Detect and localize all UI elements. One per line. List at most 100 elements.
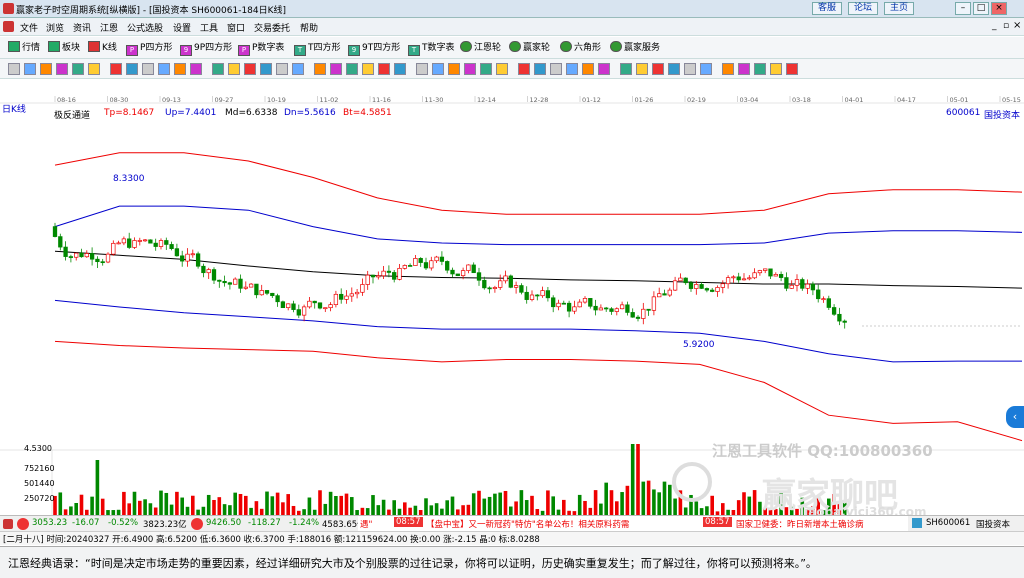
draw-tool-icon[interactable] — [292, 63, 304, 75]
candle-body — [376, 275, 381, 278]
news-item-1[interactable]: 【盘中宝】又一新冠药"特仿"名单公布！相关原料药需 — [426, 518, 629, 530]
draw-tool-icon[interactable] — [276, 63, 288, 75]
draw-tool-icon[interactable] — [314, 63, 326, 75]
draw-tool-icon[interactable] — [448, 63, 460, 75]
draw-tool-icon[interactable] — [416, 63, 428, 75]
draw-tool-icon[interactable] — [534, 63, 546, 75]
draw-tool-icon[interactable] — [722, 63, 734, 75]
draw-tool-icon[interactable] — [550, 63, 562, 75]
draw-tool-icon[interactable] — [158, 63, 170, 75]
blocks-icon — [48, 41, 60, 52]
toolbar-p-square[interactable]: P P四方形 — [126, 41, 172, 56]
draw-tool-icon[interactable] — [110, 63, 122, 75]
draw-tool-icon[interactable] — [88, 63, 100, 75]
homepage-button[interactable]: 主页 — [884, 2, 914, 15]
toolbar-9p-square[interactable]: 9 9P四方形 — [180, 41, 232, 56]
volume-bar — [519, 490, 524, 518]
draw-tool-icon[interactable] — [72, 63, 84, 75]
toolbar-hexagon[interactable]: 六角形 — [560, 41, 601, 55]
news-ticker[interactable]: 遇" 08:57 【盘中宝】又一新冠药"特仿"名单公布！相关原料药需 08:57… — [358, 516, 908, 531]
minimize-icon[interactable]: – — [955, 2, 971, 15]
draw-tool-icon[interactable] — [174, 63, 186, 75]
draw-tool-icon[interactable] — [480, 63, 492, 75]
toolbar-t-square[interactable]: T T四方形 — [294, 41, 341, 56]
sh-index-change: -16.07 — [72, 518, 100, 528]
draw-tool-icon[interactable] — [212, 63, 224, 75]
candle-body — [837, 313, 842, 322]
toolbar-sector[interactable]: 板块 — [48, 41, 80, 55]
draw-tool-icon[interactable] — [770, 63, 782, 75]
toolbar-gann-wheel[interactable]: 江恩轮 — [460, 41, 501, 55]
toolbar-quote[interactable]: 行情 — [8, 41, 40, 55]
draw-tool-icon[interactable] — [24, 63, 36, 75]
draw-tool-icon[interactable] — [260, 63, 272, 75]
volume-bar — [668, 484, 672, 518]
draw-tool-icon[interactable] — [394, 63, 406, 75]
menu-file[interactable]: 文件 — [20, 21, 38, 34]
candle-body — [264, 290, 270, 294]
draw-tool-icon[interactable] — [652, 63, 664, 75]
toolbar-winner-wheel[interactable]: 赢家轮 — [509, 41, 550, 55]
draw-tool-icon[interactable] — [738, 63, 750, 75]
candle-body — [498, 280, 503, 288]
draw-tool-icon[interactable] — [636, 63, 648, 75]
draw-tool-icon[interactable] — [582, 63, 594, 75]
maximize-icon[interactable]: □ — [973, 2, 989, 15]
candle-body — [535, 294, 540, 297]
candle-body — [137, 240, 142, 242]
service-icon — [610, 41, 622, 52]
volume-bar — [593, 490, 598, 518]
draw-tool-icon[interactable] — [378, 63, 390, 75]
toolbar-p-table[interactable]: P P数字表 — [238, 41, 284, 56]
draw-tool-icon[interactable] — [244, 63, 256, 75]
mdi-restore-icon[interactable]: ▫ — [1003, 21, 1009, 31]
draw-tool-icon[interactable] — [40, 63, 52, 75]
mdi-close-icon[interactable]: × — [1013, 20, 1021, 31]
draw-tool-icon[interactable] — [228, 63, 240, 75]
news-item-2[interactable]: 国家卫健委：昨日新增本土确诊病 — [736, 518, 864, 530]
draw-tool-icon[interactable] — [362, 63, 374, 75]
draw-tool-icon[interactable] — [598, 63, 610, 75]
news-time-2: 08:57 — [703, 517, 732, 527]
candle-body — [720, 283, 725, 288]
menu-settings[interactable]: 设置 — [173, 21, 191, 34]
toolbar-service[interactable]: 赢家服务 — [610, 41, 660, 55]
toolbar-kline[interactable]: K线 — [88, 41, 117, 55]
menu-gann[interactable]: 江恩 — [100, 21, 118, 34]
menu-trade[interactable]: 交易委托 — [254, 21, 290, 34]
menu-news[interactable]: 资讯 — [73, 21, 91, 34]
draw-tool-icon[interactable] — [8, 63, 20, 75]
menu-formula[interactable]: 公式选股 — [127, 21, 163, 34]
draw-tool-icon[interactable] — [190, 63, 202, 75]
menu-help[interactable]: 帮助 — [300, 21, 318, 34]
draw-tool-icon[interactable] — [620, 63, 632, 75]
draw-tool-icon[interactable] — [668, 63, 680, 75]
side-expand-icon[interactable]: ‹ — [1006, 406, 1024, 428]
draw-tool-icon[interactable] — [464, 63, 476, 75]
draw-tool-icon[interactable] — [346, 63, 358, 75]
draw-tool-icon[interactable] — [754, 63, 766, 75]
forum-button[interactable]: 论坛 — [848, 2, 878, 15]
draw-tool-icon[interactable] — [496, 63, 508, 75]
toolbar-9t-square[interactable]: 9 9T四方形 — [348, 41, 400, 56]
menu-window[interactable]: 窗口 — [227, 21, 245, 34]
menu-browse[interactable]: 浏览 — [46, 21, 64, 34]
draw-tool-icon[interactable] — [700, 63, 712, 75]
draw-tool-icon[interactable] — [518, 63, 530, 75]
toolbar-t-table[interactable]: T T数字表 — [408, 41, 455, 56]
candle-body — [445, 261, 450, 271]
draw-tool-icon[interactable] — [684, 63, 696, 75]
draw-tool-icon[interactable] — [142, 63, 154, 75]
draw-tool-icon[interactable] — [566, 63, 578, 75]
mdi-minimize-icon[interactable]: _ — [992, 21, 997, 31]
menu-tools[interactable]: 工具 — [200, 21, 218, 34]
draw-tool-icon[interactable] — [56, 63, 68, 75]
chart-area[interactable]: 08-16 08-30 09-13 09-27 10-19 11-02 11-16 11-30… — [0, 80, 1024, 520]
candle-body — [95, 258, 100, 263]
service-button[interactable]: 客服 — [812, 2, 842, 15]
draw-tool-icon[interactable] — [786, 63, 798, 75]
close-icon[interactable]: × — [991, 2, 1007, 15]
draw-tool-icon[interactable] — [330, 63, 342, 75]
draw-tool-icon[interactable] — [126, 63, 138, 75]
draw-tool-icon[interactable] — [432, 63, 444, 75]
